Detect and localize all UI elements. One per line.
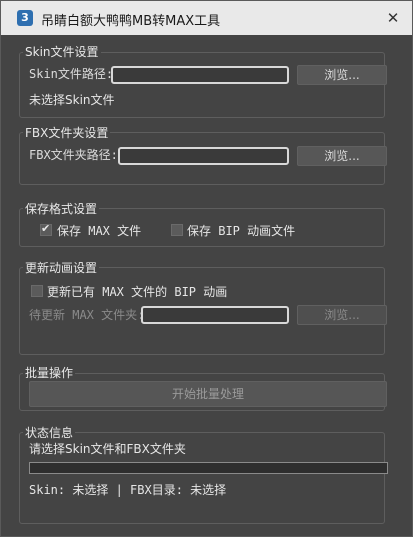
save-bip-checkbox[interactable]: [171, 224, 183, 236]
fbx-path-label: FBX文件夹路径:: [29, 148, 118, 162]
fbx-group-title: FBX文件夹设置: [23, 124, 111, 141]
close-icon[interactable]: ✕: [382, 7, 404, 29]
skin-browse-button[interactable]: 浏览...: [297, 65, 387, 85]
status-message: 请选择Skin文件和FBX文件夹: [29, 442, 186, 456]
fbx-browse-button[interactable]: 浏览...: [297, 146, 387, 166]
start-batch-button[interactable]: 开始批量处理: [29, 381, 387, 407]
save-max-checkbox[interactable]: [40, 222, 52, 236]
skin-settings-group: [19, 52, 385, 118]
window-title: 吊睛白额大鸭鸭MB转MAX工具: [41, 14, 221, 29]
tool-window: 3 吊睛白额大鸭鸭MB转MAX工具 ✕ Skin文件设置 Skin文件路径: 浏…: [0, 0, 413, 537]
save-group-title: 保存格式设置: [23, 200, 100, 217]
save-max-label[interactable]: 保存 MAX 文件: [57, 222, 141, 239]
skin-group-title: Skin文件设置: [23, 43, 101, 60]
update-bip-label[interactable]: 更新已有 MAX 文件的 BIP 动画: [47, 283, 227, 300]
pending-browse-button[interactable]: 浏览...: [297, 305, 387, 325]
3dsmax-app-icon: 3: [17, 10, 33, 26]
batch-group-title: 批量操作: [23, 364, 76, 381]
pending-folder-field[interactable]: [141, 306, 289, 324]
status-group-title: 状态信息: [23, 424, 76, 441]
progress-bar: [29, 462, 388, 474]
skin-path-label: Skin文件路径:: [29, 67, 114, 81]
title-bar: 3 吊睛白额大鸭鸭MB转MAX工具 ✕: [1, 1, 412, 35]
fbx-path-field[interactable]: [118, 147, 289, 165]
status-summary: Skin: 未选择 | FBX目录: 未选择: [29, 483, 227, 497]
update-bip-checkbox[interactable]: [31, 285, 43, 297]
skin-path-field[interactable]: [111, 66, 289, 84]
pending-folder-label: 待更新 MAX 文件夹:: [29, 308, 145, 322]
skin-status-text: 未选择Skin文件: [29, 93, 115, 107]
update-group-title: 更新动画设置: [23, 259, 100, 276]
save-bip-label[interactable]: 保存 BIP 动画文件: [187, 222, 295, 239]
